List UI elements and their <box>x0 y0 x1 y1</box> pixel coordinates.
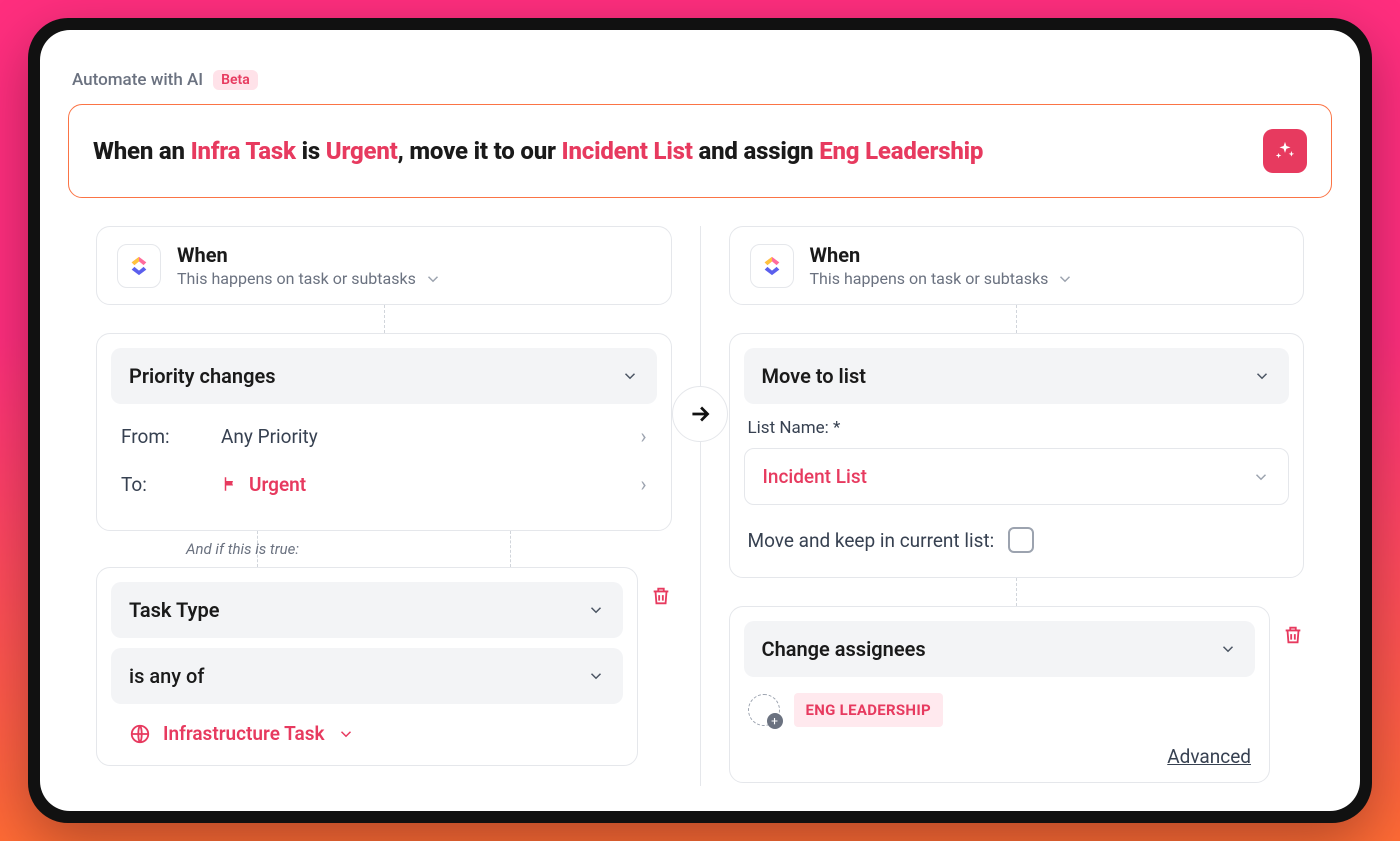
trigger-to-row[interactable]: To: Urgent › <box>111 468 657 516</box>
trigger-column: When This happens on task or subtasks Pr… <box>68 226 700 786</box>
action-select[interactable]: Change assignees <box>744 621 1256 677</box>
when-title: When <box>177 243 442 267</box>
add-assignee-button[interactable] <box>748 694 780 726</box>
chevron-down-icon <box>1253 367 1271 385</box>
chevron-down-icon <box>587 667 605 685</box>
action-column: When This happens on task or subtasks Mo… <box>701 226 1333 786</box>
chevron-down-icon <box>621 367 639 385</box>
move-to-list-block: Move to list List Name: * Incident List … <box>729 333 1305 578</box>
trigger-from-row[interactable]: From: Any Priority › <box>111 404 657 468</box>
globe-icon <box>129 723 151 745</box>
trigger-select[interactable]: Priority changes <box>111 348 657 404</box>
chevron-down-icon <box>424 270 442 288</box>
condition-block: Task Type is any of Infrastructure Task <box>96 567 638 766</box>
trash-icon <box>650 585 672 607</box>
condition-field-select[interactable]: Task Type <box>111 582 623 638</box>
beta-badge: Beta <box>213 70 258 90</box>
trash-icon <box>1282 624 1304 646</box>
flag-icon <box>221 475 239 493</box>
when-subtitle: This happens on task or subtasks <box>177 269 442 288</box>
advanced-link[interactable]: Advanced <box>1167 745 1251 768</box>
when-subtitle: This happens on task or subtasks <box>810 269 1075 288</box>
chevron-right-icon: › <box>640 424 646 448</box>
page-header: Automate with AI Beta <box>68 70 1332 90</box>
chevron-right-icon: › <box>640 472 646 496</box>
when-title: When <box>810 243 1075 267</box>
assignee-pill[interactable]: ENG LEADERSHIP <box>794 693 943 727</box>
change-assignees-block: Change assignees ENG LEADERSHIP Advanced <box>729 606 1271 783</box>
delete-condition-button[interactable] <box>650 585 672 607</box>
clickup-logo-icon <box>117 244 161 288</box>
when-action-card[interactable]: When This happens on task or subtasks <box>729 226 1305 305</box>
ai-generate-button[interactable] <box>1263 129 1307 173</box>
keep-in-list-checkbox[interactable] <box>1008 527 1034 553</box>
keep-in-list-row: Move and keep in current list: <box>744 505 1290 563</box>
clickup-logo-icon <box>750 244 794 288</box>
and-if-label: And if this is true: <box>186 540 299 558</box>
condition-operator-select[interactable]: is any of <box>111 648 623 704</box>
chevron-down-icon <box>1219 640 1237 658</box>
list-name-label: List Name: * <box>744 404 1290 448</box>
trigger-block: Priority changes From: Any Priority › To… <box>96 333 672 531</box>
chevron-down-icon <box>587 601 605 619</box>
sparkle-icon <box>1274 140 1296 162</box>
condition-value-row[interactable]: Infrastructure Task <box>111 704 623 751</box>
list-name-select[interactable]: Incident List <box>744 448 1290 505</box>
ai-prompt-text: When an Infra Task is Urgent, move it to… <box>93 137 983 165</box>
header-title: Automate with AI <box>72 70 203 90</box>
when-trigger-card[interactable]: When This happens on task or subtasks <box>96 226 672 305</box>
chevron-down-icon <box>1056 270 1074 288</box>
ai-prompt-box[interactable]: When an Infra Task is Urgent, move it to… <box>68 104 1332 198</box>
chevron-down-icon <box>337 725 355 743</box>
action-select[interactable]: Move to list <box>744 348 1290 404</box>
delete-action-button[interactable] <box>1282 624 1304 646</box>
arrow-right-icon <box>672 386 728 442</box>
chevron-down-icon <box>1252 468 1270 486</box>
